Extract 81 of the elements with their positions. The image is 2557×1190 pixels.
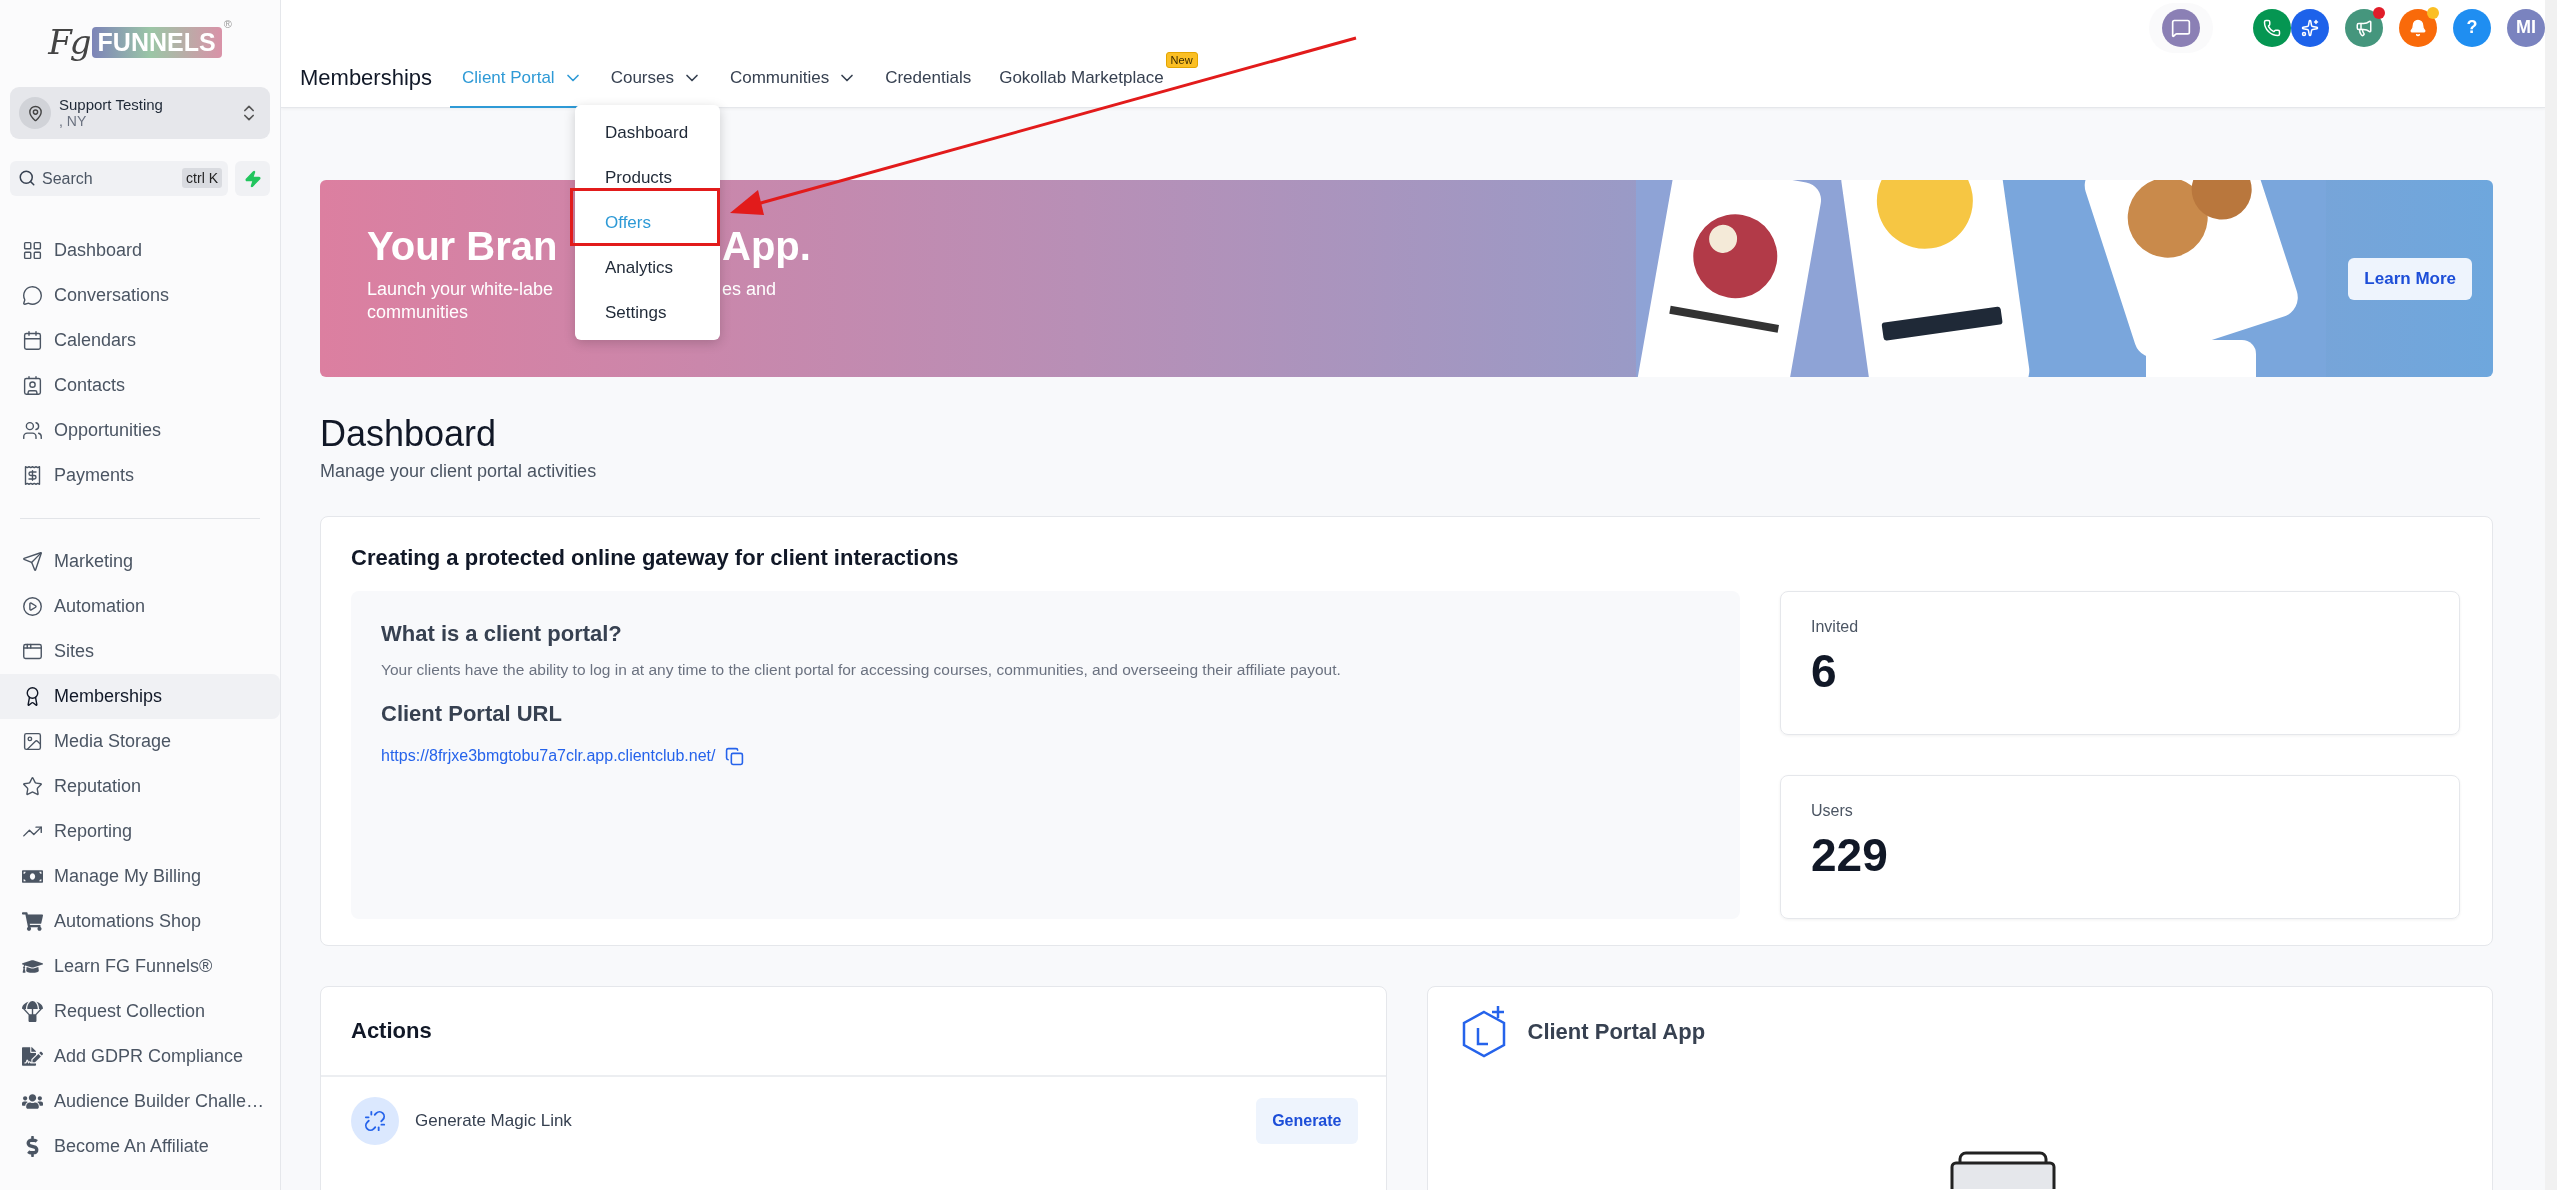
menu-item[interactable]: Products	[575, 155, 720, 200]
nav-tab[interactable]: Credentials	[873, 55, 984, 108]
learn-more-button[interactable]: Learn More	[2348, 257, 2472, 300]
user-avatar[interactable]: MI	[2507, 8, 2545, 47]
signed-document-icon	[21, 1045, 43, 1068]
banner-subtitle: communities	[367, 301, 470, 325]
shortcut-key: ctrl K	[182, 168, 222, 188]
stat-label: Invited	[1811, 618, 1860, 636]
sidebar-item[interactable]: Learn FG Funnels®	[0, 944, 280, 989]
card-title: Client Portal App	[1527, 1019, 1706, 1045]
menu-item[interactable]: Analytics	[575, 245, 720, 290]
new-badge: New	[1165, 52, 1198, 68]
contact-card-icon	[21, 374, 43, 397]
megaphone-icon[interactable]	[2345, 8, 2383, 47]
registered-mark: ®	[223, 18, 232, 30]
parachute-box-icon	[21, 1000, 43, 1023]
play-circle-icon	[21, 595, 43, 618]
sidebar-item[interactable]: Automation	[0, 584, 280, 629]
sidebar-item[interactable]: Add GDPR Compliance	[0, 1034, 280, 1079]
lightning-icon	[243, 169, 262, 188]
banner-title: Your Bran	[367, 223, 559, 270]
sidebar-item[interactable]: Memberships	[0, 674, 280, 719]
panel-heading: What is a client portal?	[381, 621, 623, 647]
calendar-icon	[21, 329, 43, 352]
stat-value: 229	[1811, 828, 1889, 882]
section-title: Dashboard	[320, 413, 498, 455]
sidebar-item[interactable]: Manage My Billing	[0, 854, 280, 899]
phone-icon[interactable]	[2253, 8, 2291, 47]
sidebar-item[interactable]: Audience Builder Challe…	[0, 1079, 280, 1124]
banner-subtitle: Launch your white-labe	[367, 278, 555, 301]
sidebar-item[interactable]: Reputation	[0, 764, 280, 809]
page-title: Memberships	[300, 65, 433, 91]
sparkles-icon[interactable]	[2291, 8, 2329, 47]
sidebar-item[interactable]: Reporting	[0, 809, 280, 854]
banner-subtitle: es and	[722, 278, 778, 301]
people-icon	[21, 419, 43, 442]
stat-value: 6	[1811, 644, 1838, 698]
account-location: , NY	[59, 113, 87, 129]
sidebar-item[interactable]: Calendars	[0, 318, 280, 363]
section-subtitle: Manage your client portal activities	[320, 461, 598, 482]
panel-description: Your clients have the ability to log in at any time to the client portal for accessing courses, communities, and overseeing their affiliate payout.	[381, 661, 1342, 679]
broken-link-icon	[351, 1097, 399, 1145]
nav-tab[interactable]: Communities	[717, 55, 870, 108]
chat-bubble-icon	[21, 284, 43, 307]
star-icon	[21, 775, 43, 798]
card-title: Actions	[351, 1018, 432, 1044]
banner-title: App.	[722, 223, 812, 270]
stat-label: Users	[1811, 802, 1854, 820]
account-name: Support Testing	[59, 97, 164, 114]
quick-action-button[interactable]	[235, 161, 270, 196]
sidebar-item[interactable]: Conversations	[0, 273, 280, 318]
sidebar-item[interactable]: Marketing	[0, 539, 280, 584]
sidebar-item[interactable]: Contacts	[0, 363, 280, 408]
sidebar-item[interactable]: Sites	[0, 629, 280, 674]
sidebar-item[interactable]: Become An Affiliate	[0, 1124, 280, 1169]
cart-icon	[21, 910, 43, 933]
paper-plane-icon	[21, 550, 43, 573]
account-switcher[interactable]: Support Testing , NY	[10, 87, 270, 139]
search-icon	[18, 169, 36, 187]
menu-item[interactable]: Settings	[575, 290, 720, 335]
logo-wordmark: FUNNELS	[91, 26, 222, 58]
menu-item[interactable]: Dashboard	[575, 110, 720, 155]
sidebar-item[interactable]: Media Storage	[0, 719, 280, 764]
bell-icon[interactable]	[2399, 8, 2437, 47]
panel-heading: Client Portal URL	[381, 701, 563, 727]
sidebar-item[interactable]: Request Collection	[0, 989, 280, 1034]
portal-url-link[interactable]: https://8frjxe3bmgtobu7a7clr.app.clientclub.net/	[381, 747, 716, 765]
image-icon	[21, 730, 43, 753]
nav-tab[interactable]: Courses	[598, 55, 714, 108]
sidebar-item[interactable]: Dashboard	[0, 228, 280, 273]
chat-icon[interactable]	[2162, 8, 2200, 47]
copy-icon[interactable]	[723, 745, 746, 767]
generate-button[interactable]: Generate	[1256, 1098, 1358, 1144]
sidebar-item[interactable]: Payments	[0, 453, 280, 498]
sidebar-item[interactable]: Opportunities	[0, 408, 280, 453]
card-title: Creating a protected online gateway for client interactions	[351, 545, 960, 571]
location-pin-icon	[19, 97, 51, 129]
action-label: Generate Magic Link	[415, 1111, 573, 1131]
sidebar-item[interactable]: Automations Shop	[0, 899, 280, 944]
grid-icon	[21, 239, 43, 262]
logo-script: Fg	[48, 22, 90, 62]
